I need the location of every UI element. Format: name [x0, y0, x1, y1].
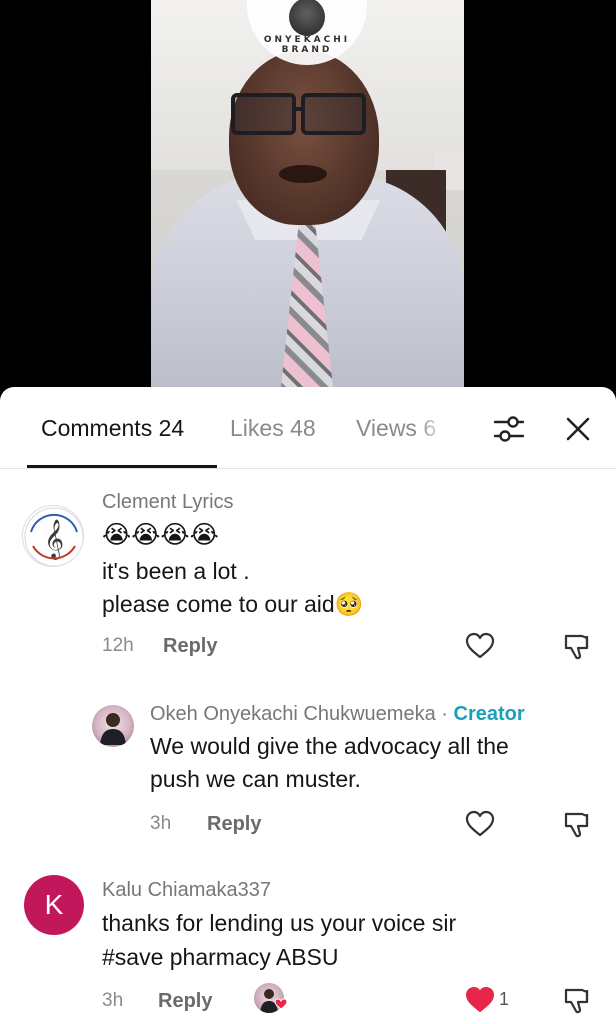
comment-emoji-line: 😭😭😭😭 [102, 521, 219, 549]
tab-views[interactable]: Views 6 [356, 415, 446, 442]
comment-timestamp: 12h [102, 635, 134, 656]
comment-reply-item: Okeh Onyekachi Chukwuemeka · Creator We … [0, 695, 616, 865]
heart-icon-liked[interactable] [465, 985, 495, 1015]
video-player[interactable]: ONYEKACHI BRAND [0, 0, 616, 400]
comment-timestamp: 3h [150, 813, 172, 834]
avatar[interactable]: 𝄞 [22, 505, 84, 567]
comment-username[interactable]: Kalu Chiamaka337 [102, 879, 271, 902]
avatar[interactable] [92, 705, 134, 747]
svg-text:𝄞: 𝄞 [44, 519, 64, 560]
video-frame: ONYEKACHI BRAND [151, 0, 464, 400]
comment-item: K Kalu Chiamaka337 thanks for lending us… [0, 875, 616, 1024]
comment-text-line: #save pharmacy ABSU [102, 944, 339, 970]
comment-username-text: Okeh Onyekachi Chukwuemeka [150, 703, 436, 725]
creator-badge: Creator [453, 703, 525, 725]
comment-username[interactable]: Okeh Onyekachi Chukwuemeka · Creator [150, 703, 525, 726]
glasses-left-lens [231, 93, 296, 135]
tab-likes[interactable]: Likes 48 [230, 415, 316, 442]
thumbs-down-icon[interactable] [563, 985, 593, 1015]
tab-comments[interactable]: Comments 24 [41, 415, 184, 442]
reply-button[interactable]: Reply [158, 990, 212, 1013]
creator-liked-heart-icon [274, 998, 288, 1010]
creator-portrait-icon [100, 713, 126, 745]
comment-timestamp: 3h [102, 990, 124, 1011]
reply-button[interactable]: Reply [207, 813, 261, 836]
treble-clef-icon: 𝄞 [24, 507, 83, 566]
brand-watermark-text: ONYEKACHI BRAND [263, 35, 351, 55]
comment-item: 𝄞 Clement Lyrics 😭😭😭😭 it's been a lot . … [0, 487, 616, 677]
mouth [279, 165, 327, 183]
comment-text-line: We would give the advocacy all the [150, 733, 509, 759]
brand-face-icon [289, 0, 325, 36]
heart-icon[interactable] [465, 809, 495, 839]
comment-username[interactable]: Clement Lyrics [102, 491, 234, 514]
reply-button[interactable]: Reply [163, 635, 217, 658]
thumbs-down-icon[interactable] [563, 809, 593, 839]
comment-text-line: thanks for lending us your voice sir [102, 910, 457, 936]
comment-text-line: please come to our aid🥺 [102, 591, 364, 617]
thumbs-down-icon[interactable] [563, 631, 593, 661]
filter-sliders-icon[interactable] [492, 413, 526, 445]
like-count: 1 [499, 989, 510, 1009]
comment-text-line: it's been a lot . [102, 558, 250, 584]
glasses-bridge [294, 107, 304, 111]
glasses-right-lens [301, 93, 366, 135]
active-tab-indicator [27, 465, 217, 468]
separator-dot: · [441, 703, 448, 725]
head [229, 50, 379, 225]
comment-text-line: push we can muster. [150, 766, 361, 792]
heart-icon[interactable] [465, 631, 495, 661]
close-icon[interactable] [562, 413, 594, 445]
avatar[interactable]: K [24, 875, 84, 935]
comments-sheet: Comments 24 Likes 48 Views 6 𝄞 Clement L… [0, 387, 616, 1024]
tab-bar: Comments 24 Likes 48 Views 6 [0, 387, 616, 469]
